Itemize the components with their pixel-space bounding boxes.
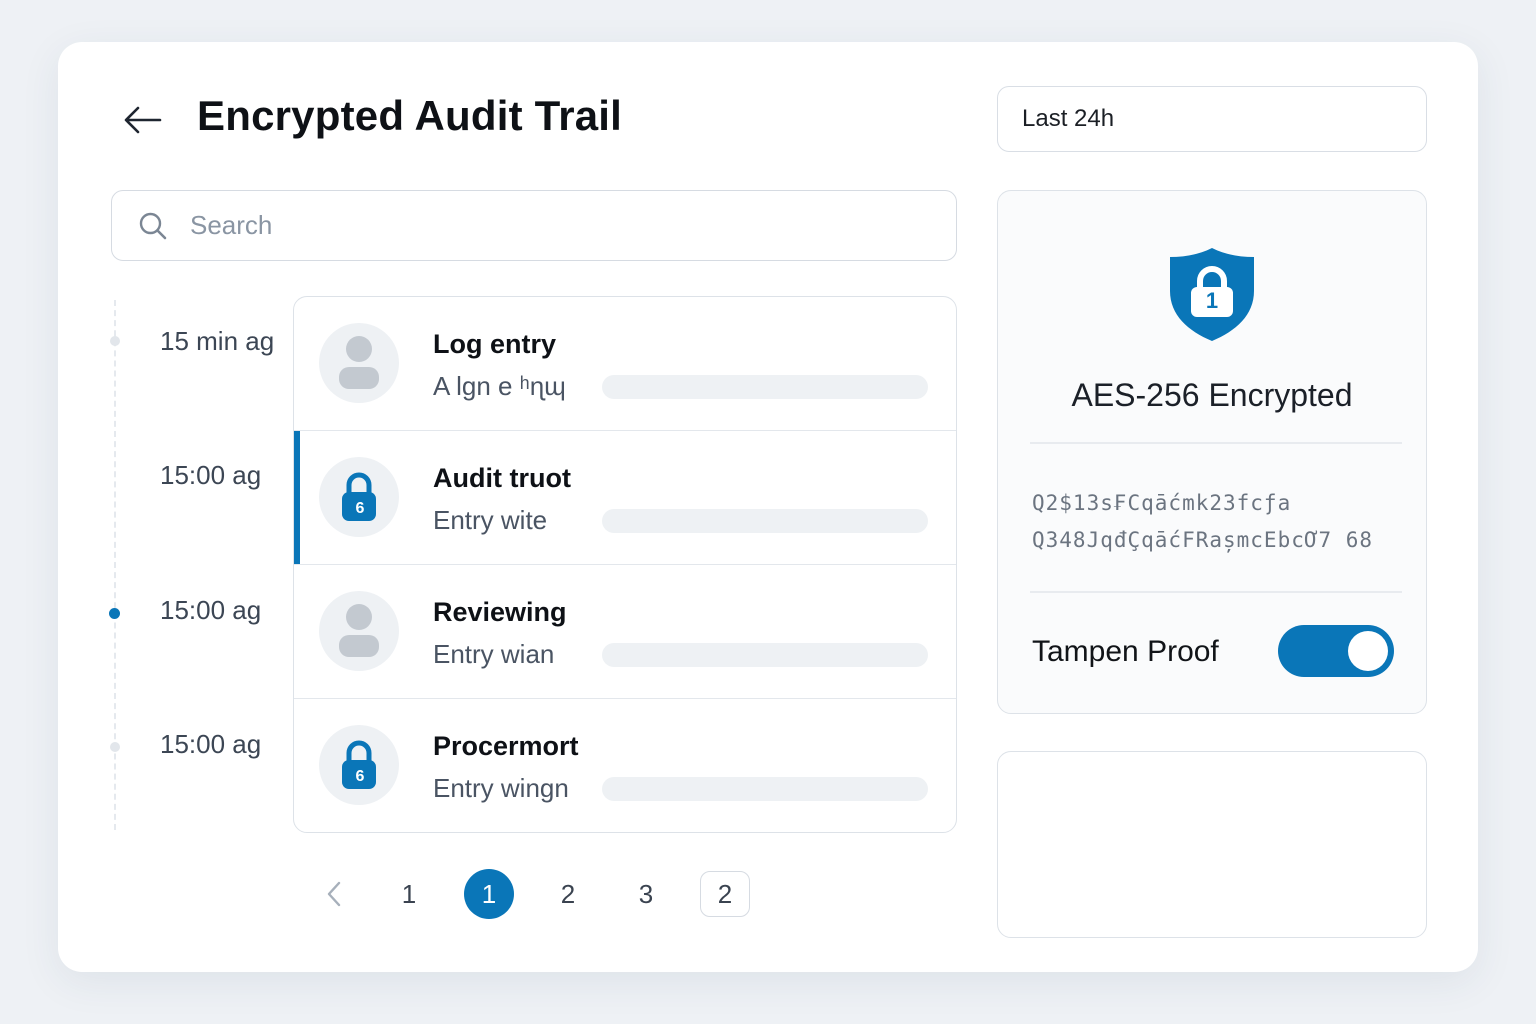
chevron-left-icon [327,881,341,907]
list-item[interactable]: Log entry A lgn e ʰɳɰ [294,297,956,431]
arrow-left-icon [124,106,162,134]
search-input[interactable] [190,210,950,241]
ciphertext: Q2$13s₣Cqāćmk23fcƒa Q348JqđÇqāćFRașmcEbc… [1032,485,1373,559]
timeline-time: 15 min ag [160,326,275,356]
search-icon [139,212,167,239]
shield-number: 1 [1205,288,1219,313]
time-range-value: Last 24h [1022,105,1115,132]
list-item[interactable]: Reviewing Entry wian [294,565,956,699]
entry-title: Log entry [433,329,557,359]
entry-title: Audit truot [433,463,571,493]
avatar [319,457,399,537]
entry-title: Reviewing [433,597,567,627]
pagination-prev-button[interactable] [309,869,359,919]
audit-entry-list: Log entry A lgn e ʰɳɰ 6 Audit truot Entr… [293,296,957,833]
timeline-dot [110,742,120,752]
entry-placeholder-bar [602,643,928,667]
entry-placeholder-bar [602,777,928,801]
back-button[interactable] [120,100,164,140]
lock-number: 6 [355,768,365,785]
list-item[interactable]: 6 Procermort Entry wingn [294,699,956,832]
avatar [319,725,399,805]
entry-subtitle: Entry wite [433,505,548,535]
tamper-proof-toggle[interactable] [1278,625,1394,677]
pagination-page[interactable]: 2 [543,869,593,919]
tamper-proof-label: Tampen Proof [1032,635,1219,668]
pagination-page[interactable]: 1 [384,869,434,919]
shield-lock-icon: 1 [1168,245,1256,348]
pagination-page-current[interactable]: 1 [464,869,514,919]
user-icon [339,336,379,389]
entry-subtitle: A lgn e ʰɳɰ [433,371,566,401]
encryption-panel: 1 AES-256 Encrypted Q2$13s₣Cqāćmk23fcƒa … [997,190,1427,714]
timeline-dot-active [109,608,120,619]
time-range-select[interactable]: Last 24h [997,86,1427,152]
ciphertext-line: Q348JqđÇqāćFRașmcEbcƠ7 68 [1032,528,1374,552]
divider [1030,591,1402,593]
avatar [319,323,399,403]
list-item-selected[interactable]: 6 Audit truot Entry wite [294,431,956,565]
entry-subtitle: Entry wian [433,639,555,669]
search-box[interactable] [111,190,957,261]
avatar [319,591,399,671]
empty-panel [997,751,1427,938]
entry-placeholder-bar [602,509,928,533]
timeline-time: 15:00 ag [160,729,262,759]
encryption-title: AES-256 Encrypted [1071,377,1353,413]
toggle-knob [1348,631,1388,671]
timeline-dot [110,336,120,346]
entry-placeholder-bar [602,375,928,399]
divider [1030,442,1402,444]
timeline-time: 15:00 ag [160,460,262,490]
entry-subtitle: Entry wingn [433,773,569,803]
pagination-page[interactable]: 2 [700,871,750,917]
entry-title: Procermort [433,731,579,761]
pagination-page[interactable]: 3 [621,869,671,919]
lock-number: 6 [355,500,365,517]
timeline-time: 15:00 ag [160,595,262,625]
page-title: Encrypted Audit Trail [197,92,623,139]
user-icon [339,604,379,657]
ciphertext-line: Q2$13s₣Cqāćmk23fcƒa [1032,491,1292,515]
